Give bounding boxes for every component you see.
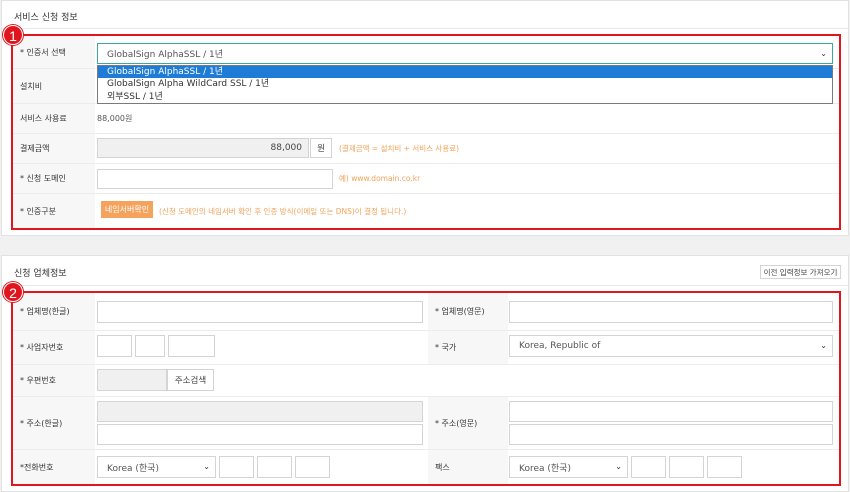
addr-en-input-1[interactable] — [509, 401, 833, 422]
country-label: * 국가 — [428, 331, 508, 364]
step-badge-2: 2 — [3, 282, 23, 302]
phone-input-3[interactable] — [295, 456, 330, 478]
addr-kr-input-2[interactable] — [97, 424, 423, 445]
highlight-box-2: * 업체명(한글) * 업체명(영문) * 사업자번호 * 국가 Korea, … — [11, 291, 841, 486]
cert-option[interactable]: GlobalSign Alpha WildCard SSL / 1년 — [98, 78, 832, 90]
section-title-service: 서비스 신청 정보 — [14, 13, 78, 23]
pay-label: 결제금액 — [13, 134, 95, 163]
bizno-input-1[interactable] — [97, 335, 132, 357]
auth-label: * 인증구분 — [13, 194, 95, 228]
section-title-company: 신청 업체정보 — [14, 269, 67, 279]
bizno-input-3[interactable] — [168, 335, 215, 357]
fax-label: 팩스 — [428, 450, 508, 484]
row-fee: 서비스 사용료 88,000원 — [13, 104, 839, 134]
phone-input-2[interactable] — [257, 456, 292, 478]
bizno-input-2[interactable] — [135, 335, 165, 357]
country-select-value: Korea, Republic of — [519, 341, 601, 351]
zip-input — [97, 369, 167, 391]
row-phone: *전화번호 Korea (한국) ⌄ 팩스 Korea (한국) ⌄ — [13, 450, 839, 484]
cert-select[interactable]: GlobalSign AlphaSSL / 1년 ⌄ — [97, 43, 833, 64]
chevron-down-icon: ⌄ — [820, 49, 827, 58]
phone-label: *전화번호 — [13, 450, 95, 484]
company-en-label: * 업체명(영문) — [428, 293, 508, 330]
country-select[interactable]: Korea, Republic of ⌄ — [509, 335, 833, 357]
row-zip: * 우편번호 주소검색 — [13, 365, 839, 397]
row-bizno: * 사업자번호 * 국가 Korea, Republic of ⌄ — [13, 331, 839, 365]
load-previous-button[interactable]: 이전 입력정보 가져오기 — [760, 265, 841, 279]
row-company: * 업체명(한글) * 업체명(영문) — [13, 293, 839, 331]
fax-country-select[interactable]: Korea (한국) ⌄ — [509, 456, 628, 478]
addr-kr-input-1 — [97, 401, 423, 422]
phone-input-1[interactable] — [219, 456, 254, 478]
divider — [2, 285, 848, 286]
nameserver-check-button[interactable]: 네임서버확인 — [101, 201, 153, 218]
pay-amount-field: 88,000 — [97, 138, 309, 158]
pay-unit: 원 — [310, 138, 332, 158]
pay-hint: (결제금액 = 설치비 + 서비스 사용료) — [339, 144, 460, 153]
addr-en-label: * 주소(영문) — [428, 397, 508, 449]
chevron-down-icon: ⌄ — [820, 341, 827, 350]
address-search-button[interactable]: 주소검색 — [167, 369, 214, 391]
company-kr-label: * 업체명(한글) — [13, 293, 95, 330]
fax-country-value: Korea (한국) — [519, 463, 571, 474]
domain-input[interactable] — [97, 169, 333, 189]
step-badge-1: 1 — [3, 25, 23, 45]
phone-country-select[interactable]: Korea (한국) ⌄ — [97, 456, 216, 478]
row-address: * 주소(한글) * 주소(영문) — [13, 397, 839, 450]
cert-select-value: GlobalSign AlphaSSL / 1년 — [107, 50, 223, 60]
company-en-input[interactable] — [509, 301, 833, 323]
fee-label: 서비스 사용료 — [13, 104, 95, 133]
domain-label: * 신청 도메인 — [13, 164, 95, 193]
cert-dropdown-list[interactable]: GlobalSign AlphaSSL / 1년 GlobalSign Alph… — [97, 65, 833, 104]
row-domain: * 신청 도메인 예) www.domain.co.kr — [13, 164, 839, 194]
chevron-down-icon: ⌄ — [615, 462, 622, 471]
row-pay: 결제금액 88,000 원 (결제금액 = 설치비 + 서비스 사용료) — [13, 134, 839, 164]
addr-kr-label: * 주소(한글) — [13, 397, 95, 449]
divider — [2, 28, 848, 29]
fee-value: 88,000원 — [97, 114, 133, 123]
row-auth: * 인증구분 네임서버확인 (신청 도메인의 네임서버 확인 후 인증 방식(이… — [13, 194, 839, 228]
zip-label: * 우편번호 — [13, 365, 95, 396]
domain-hint: 예) www.domain.co.kr — [339, 174, 421, 183]
highlight-box-1: * 인증서 선택 GlobalSign AlphaSSL / 1년 ⌄ 설치비 … — [11, 34, 841, 230]
fax-input-3[interactable] — [707, 456, 742, 478]
fax-input-2[interactable] — [669, 456, 704, 478]
setup-label: 설치비 — [13, 69, 95, 103]
cert-label: * 인증서 선택 — [13, 36, 95, 68]
company-kr-input[interactable] — [97, 301, 423, 323]
cert-option[interactable]: GlobalSign AlphaSSL / 1년 — [98, 66, 832, 79]
fax-input-1[interactable] — [631, 456, 666, 478]
chevron-down-icon: ⌄ — [203, 462, 210, 471]
cert-option[interactable]: 외부SSL / 1년 — [98, 91, 832, 103]
phone-country-value: Korea (한국) — [107, 463, 159, 474]
auth-hint: (신청 도메인의 네임서버 확인 후 인증 방식(이메일 또는 DNS)이 결정… — [159, 206, 407, 216]
bizno-label: * 사업자번호 — [13, 331, 95, 364]
addr-en-input-2[interactable] — [509, 424, 833, 445]
